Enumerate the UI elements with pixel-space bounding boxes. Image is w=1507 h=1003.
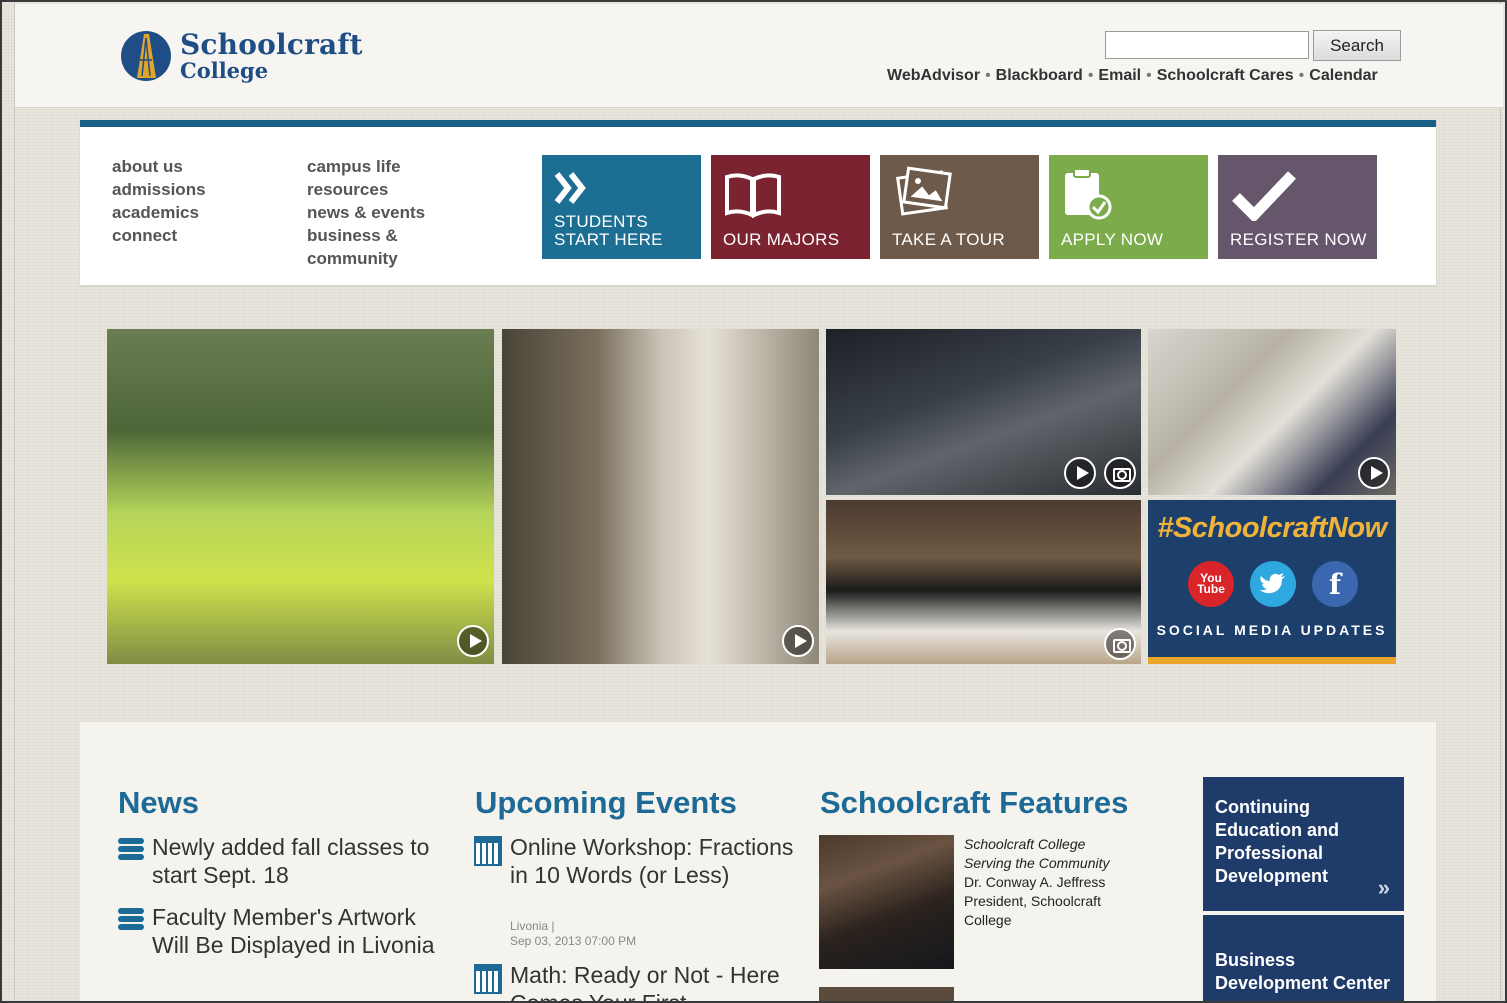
camera-icon[interactable] [1104,628,1136,660]
continuing-education-label: Continuing Education and Professional De… [1215,797,1340,886]
our-majors-tile[interactable]: OUR MAJORS [711,155,870,259]
register-now-tile[interactable]: REGISTER NOW [1218,155,1377,259]
separator: • [1298,67,1305,84]
play-video-icon[interactable] [1064,457,1096,489]
separator: • [1087,67,1094,84]
features-title[interactable]: Schoolcraft Features [820,785,1128,821]
logo-line-1: Schoolcraft [180,28,363,61]
classroom-photo[interactable] [1148,329,1396,495]
youtube-text-2: Tube [1197,582,1225,596]
social-label: SOCIAL MEDIA UPDATES [1156,622,1388,638]
double-chevron-icon [554,172,586,204]
link-schoolcraft-cares[interactable]: Schoolcraft Cares [1157,67,1294,84]
students-label-line-2: START HERE [554,230,663,249]
lab-students-photo[interactable] [502,329,819,664]
twitter-bird-icon [1260,573,1285,594]
nav-admissions[interactable]: admissions [112,178,206,201]
caption-1: Dr. Conway A. Jeffress [964,874,1106,890]
business-development-box[interactable]: Business Development Center [1203,915,1404,1001]
site-header: Schoolcraft College Search WebAdvisor • Bl… [15,4,1503,108]
youtube-icon[interactable]: You Tube [1188,561,1234,607]
logo-text: Schoolcraft College [180,28,363,83]
majors-label: OUR MAJORS [723,230,840,249]
apply-now-tile[interactable]: APPLY NOW [1049,155,1208,259]
register-label: REGISTER NOW [1230,230,1367,249]
apply-label: APPLY NOW [1061,230,1164,249]
logo-icon [121,31,171,81]
checkmark-icon [1232,171,1296,221]
president-photo[interactable] [819,835,954,969]
link-webadvisor[interactable]: WebAdvisor [887,67,980,84]
nav-community-line: community [307,249,398,268]
page-edge-right [1500,2,1501,1001]
news-item[interactable]: Newly added fall classes to start Sept. … [152,833,442,889]
photo-icon [896,166,952,216]
chevron-right-icon: » [1377,875,1390,900]
nav-academics[interactable]: academics [112,201,206,224]
caption-italic-1: Schoolcraft College [964,836,1086,852]
browser-frame: Schoolcraft College Search WebAdvisor • Bl… [0,0,1507,1003]
link-calendar[interactable]: Calendar [1309,67,1377,84]
feature-photo-2[interactable] [819,987,954,1001]
students-start-here-tile[interactable]: STUDENTS START HERE [542,155,701,259]
nav-business-community[interactable]: business & community [307,224,425,270]
search-button[interactable]: Search [1313,30,1401,61]
page-edge-left [14,2,15,1001]
news-title[interactable]: News [118,785,199,821]
event-date: Sep 03, 2013 07:00 PM [510,934,637,948]
social-media-panel[interactable]: #SchoolcraftNow You Tube f SOCIAL MEDIA U… [1148,500,1396,664]
clipboard-check-icon [1065,168,1112,220]
news-icon [118,838,144,864]
caption-italic-2: Serving the Community [964,855,1110,871]
event-location: Livonia | [510,919,555,933]
camera-icon[interactable] [1104,457,1136,489]
nav-connect[interactable]: connect [112,224,206,247]
events-title[interactable]: Upcoming Events [475,785,737,821]
facebook-icon[interactable]: f [1312,561,1358,607]
separator: • [1146,67,1152,84]
students-label-line-1: STUDENTS [554,212,649,231]
play-video-icon[interactable] [1358,457,1390,489]
play-video-icon[interactable] [457,625,489,657]
continuing-education-box[interactable]: Continuing Education and Professional De… [1203,777,1404,911]
business-development-label: Business Development Center [1215,950,1391,993]
feature-caption[interactable]: Schoolcraft College Serving the Communit… [964,835,1134,930]
calendar-icon [474,964,502,994]
twitter-icon[interactable] [1250,561,1296,607]
firefighter-photo[interactable] [826,329,1141,495]
social-hashtag: #SchoolcraftNow [1157,512,1387,544]
nav-campus-life[interactable]: campus life [307,155,425,178]
logo-line-2: College [180,58,269,83]
caption-3: College [964,912,1012,928]
nav-news-events[interactable]: news & events [307,201,425,224]
students-label: STUDENTS START HERE [554,213,663,249]
book-icon [725,173,781,219]
news-icon [118,908,144,934]
social-icons: You Tube f [1188,561,1358,607]
volunteers-photo[interactable] [107,329,494,664]
nav-column-1: about us admissions academics connect [112,155,206,247]
take-a-tour-tile[interactable]: TAKE A TOUR [880,155,1039,259]
calendar-icon [474,836,502,866]
college-logo[interactable]: Schoolcraft College [120,30,363,82]
utility-links: WebAdvisor • Blackboard • Email • Schoolcraft … [887,67,1378,85]
tour-label: TAKE A TOUR [892,230,1005,249]
search-input[interactable] [1105,31,1309,59]
separator: • [985,67,991,84]
link-email[interactable]: Email [1098,67,1141,84]
news-item[interactable]: Faculty Member's Artwork Will Be Display… [152,903,442,959]
nav-business-line: business & [307,226,398,245]
event-item[interactable]: Math: Ready or Not - Here Comes Your Fir… [510,961,800,1001]
event-item[interactable]: Online Workshop: Fractions in 10 Words (… [510,833,800,889]
nav-column-2: campus life resources news & events busi… [307,155,425,270]
nav-resources[interactable]: resources [307,178,425,201]
link-blackboard[interactable]: Blackboard [996,67,1083,84]
nav-about-us[interactable]: about us [112,155,206,178]
caption-2: President, Schoolcraft [964,893,1101,909]
culinary-photo[interactable] [826,500,1141,664]
play-video-icon[interactable] [782,625,814,657]
main-nav-panel: about us admissions academics connect ca… [80,120,1436,285]
